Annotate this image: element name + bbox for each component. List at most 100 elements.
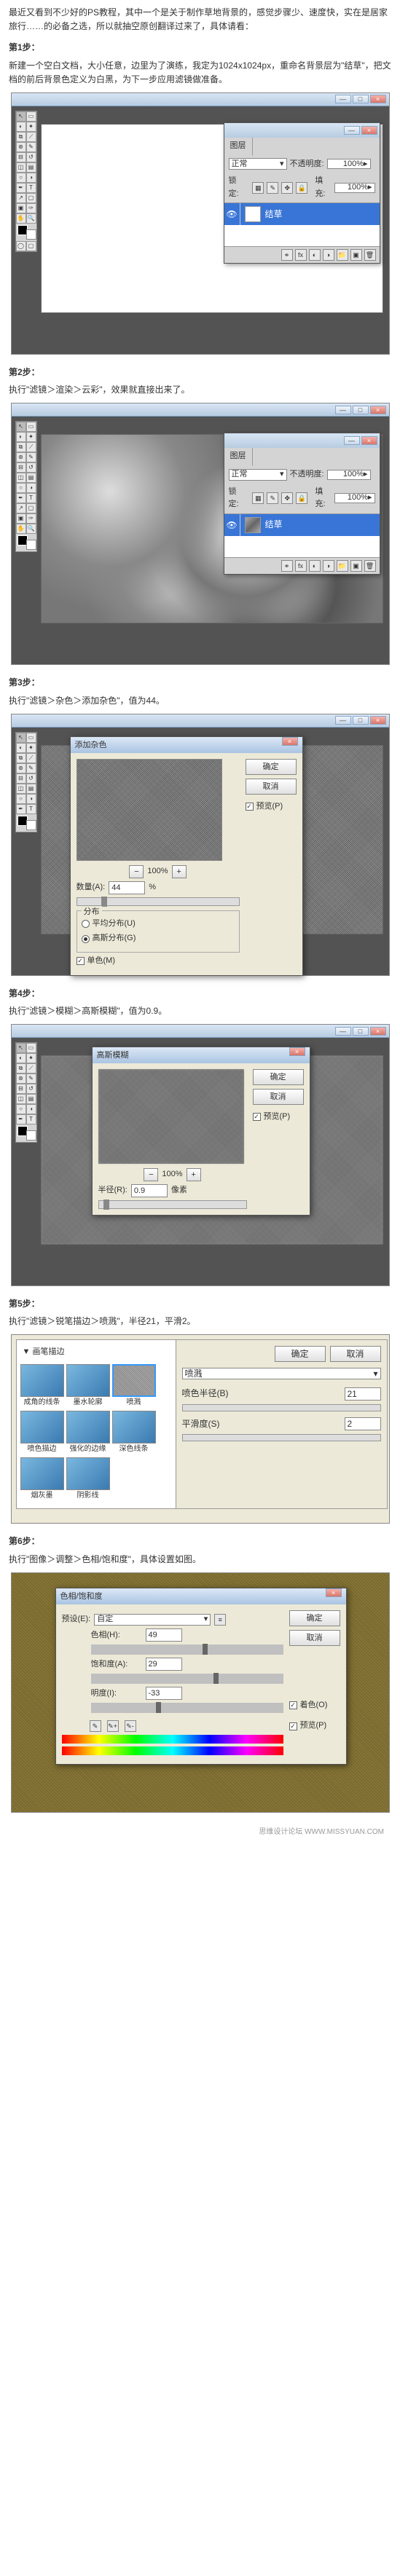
- opacity-field[interactable]: 100%▸: [327, 159, 371, 169]
- tool[interactable]: ✒: [16, 1114, 26, 1124]
- tool[interactable]: ▢: [26, 503, 36, 513]
- folder-icon[interactable]: 📁: [337, 249, 348, 261]
- new-layer-icon[interactable]: ▣: [350, 249, 362, 261]
- radius-field[interactable]: 0.9: [131, 1184, 168, 1197]
- text-tool[interactable]: T: [26, 183, 36, 193]
- sat-field[interactable]: 29: [146, 1658, 182, 1671]
- zoom-out[interactable]: −: [144, 1168, 158, 1181]
- sat-slider[interactable]: [91, 1674, 283, 1684]
- spatter-radius-slider[interactable]: [182, 1404, 381, 1411]
- zoom-tool[interactable]: 🔍: [26, 213, 36, 224]
- eyedrop-sub-icon[interactable]: ✎-: [125, 1720, 136, 1732]
- tool[interactable]: ▭: [26, 1043, 36, 1053]
- trash-icon[interactable]: 🗑: [364, 560, 376, 572]
- tool[interactable]: ⊟: [16, 462, 26, 473]
- zoom-in[interactable]: +: [172, 865, 187, 878]
- stamp-tool[interactable]: ⊟: [16, 152, 26, 162]
- tool[interactable]: ↺: [26, 462, 36, 473]
- panel-close[interactable]: ×: [361, 126, 377, 135]
- eraser-tool[interactable]: ◫: [16, 162, 26, 173]
- fx-icon[interactable]: fx: [295, 560, 307, 572]
- layers-tab[interactable]: 图层: [224, 138, 253, 156]
- tool[interactable]: ▤: [26, 473, 36, 483]
- minimize-button[interactable]: —: [335, 95, 351, 103]
- blend-mode-select[interactable]: 正常▾: [229, 469, 287, 481]
- layer-item[interactable]: 👁 结草: [224, 514, 380, 536]
- crop-tool[interactable]: ⧉: [16, 132, 26, 142]
- adjust-icon[interactable]: ◑: [323, 560, 334, 572]
- eyedrop-tool[interactable]: ✑: [26, 203, 36, 213]
- folder-icon[interactable]: 📁: [337, 560, 348, 572]
- gradient-tool[interactable]: ▤: [26, 162, 36, 173]
- tool[interactable]: ▭: [26, 422, 36, 432]
- minimize-button[interactable]: —: [335, 1027, 351, 1036]
- radius-slider[interactable]: [98, 1200, 247, 1209]
- pen-tool[interactable]: ✒: [16, 183, 26, 193]
- tool[interactable]: ✦: [26, 1053, 36, 1063]
- adjust-icon[interactable]: ◑: [323, 249, 334, 261]
- filter-thumb[interactable]: 喷溅: [112, 1364, 156, 1409]
- text-tool[interactable]: T: [26, 493, 36, 503]
- cancel-button[interactable]: 取消: [253, 1089, 304, 1105]
- new-icon[interactable]: ▣: [350, 560, 362, 572]
- trash-icon[interactable]: 🗑: [364, 249, 376, 261]
- tool[interactable]: ◑: [26, 1104, 36, 1114]
- mask-icon[interactable]: ◐: [309, 249, 321, 261]
- marquee-tool[interactable]: ▭: [26, 111, 36, 122]
- tool[interactable]: ✦: [26, 743, 36, 753]
- spatter-radius-field[interactable]: 21: [345, 1387, 381, 1401]
- tool[interactable]: ✎: [26, 452, 36, 462]
- mask-mode[interactable]: ◯: [16, 241, 26, 251]
- minimize-button[interactable]: —: [335, 716, 351, 725]
- lasso-tool[interactable]: ◐: [16, 122, 26, 132]
- lock-icon[interactable]: ▦: [252, 492, 264, 504]
- blur-tool[interactable]: ○: [16, 173, 26, 183]
- tool[interactable]: ↺: [26, 773, 36, 784]
- close-button[interactable]: ×: [370, 406, 386, 414]
- tool[interactable]: ✒: [16, 493, 26, 503]
- tool[interactable]: ⊛: [16, 452, 26, 462]
- tool[interactable]: ✎: [26, 763, 36, 773]
- maximize-button[interactable]: □: [353, 95, 369, 103]
- shape-tool[interactable]: ▢: [26, 193, 36, 203]
- smooth-field[interactable]: 2: [345, 1417, 381, 1430]
- wand-tool[interactable]: ✦: [26, 122, 36, 132]
- close-button[interactable]: ×: [370, 95, 386, 103]
- hue-slider[interactable]: [91, 1645, 283, 1655]
- text-tool[interactable]: T: [26, 1114, 36, 1124]
- maximize-button[interactable]: □: [353, 1027, 369, 1036]
- opacity-field[interactable]: 100%▸: [327, 470, 371, 480]
- lock-icon[interactable]: ✥: [281, 492, 293, 504]
- dialog-close[interactable]: ×: [326, 1588, 342, 1597]
- move-tool[interactable]: ↖: [16, 422, 26, 432]
- visibility-icon[interactable]: 👁: [224, 203, 240, 225]
- layers-tab[interactable]: 图层: [224, 448, 253, 466]
- lock-paint-icon[interactable]: ✎: [267, 182, 278, 194]
- filter-thumb[interactable]: 深色线条: [112, 1411, 156, 1455]
- filter-thumb[interactable]: 喷色描边: [20, 1411, 64, 1455]
- tool[interactable]: ○: [16, 1104, 26, 1114]
- tool[interactable]: ✦: [26, 432, 36, 442]
- panel-close[interactable]: ×: [361, 436, 377, 445]
- path-tool[interactable]: ↗: [16, 193, 26, 203]
- tool[interactable]: ⟋: [26, 1063, 36, 1074]
- panel-min[interactable]: —: [344, 436, 360, 445]
- tool[interactable]: ⊛: [16, 763, 26, 773]
- tool[interactable]: ↖: [16, 1043, 26, 1053]
- cancel-button[interactable]: 取消: [246, 779, 297, 795]
- tool[interactable]: ◐: [16, 743, 26, 753]
- amount-field[interactable]: 44: [109, 881, 145, 894]
- color-swatch[interactable]: [17, 816, 36, 830]
- lock-move-icon[interactable]: ✥: [281, 182, 293, 194]
- screen-mode[interactable]: ▢: [26, 241, 36, 251]
- gaussian-radio[interactable]: 高斯分布(G): [82, 932, 235, 945]
- ok-button[interactable]: 确定: [246, 759, 297, 775]
- brush-tool[interactable]: ✎: [26, 142, 36, 152]
- filter-select[interactable]: 喷溅▾: [182, 1368, 381, 1379]
- lock-all-icon[interactable]: 🔒: [296, 182, 307, 194]
- tool[interactable]: ⧉: [16, 1063, 26, 1074]
- tool[interactable]: ▤: [26, 1094, 36, 1104]
- tool[interactable]: ✑: [26, 513, 36, 524]
- tool[interactable]: ○: [16, 483, 26, 493]
- preview-check[interactable]: 预览(P): [246, 800, 297, 814]
